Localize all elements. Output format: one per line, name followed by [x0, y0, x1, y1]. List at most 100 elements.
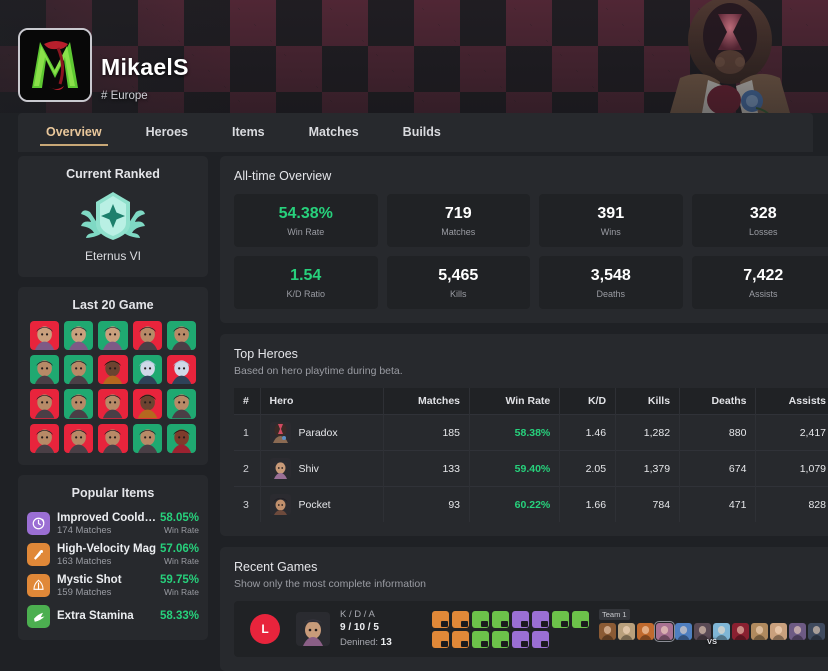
popular-item-row[interactable]: High-Velocity Mag163 Matches57.06%Win Ra… — [27, 540, 199, 571]
game-result-loss[interactable] — [133, 321, 162, 350]
tab-heroes[interactable]: Heroes — [146, 113, 188, 152]
spirit-item[interactable] — [512, 611, 529, 628]
game-result-loss[interactable] — [167, 355, 196, 384]
stat-value: 54.38% — [234, 205, 378, 223]
game-result-loss[interactable] — [133, 389, 162, 418]
game-result-loss[interactable] — [98, 424, 127, 453]
team-hero-avatar[interactable] — [751, 623, 768, 640]
team-hero-avatar[interactable] — [656, 623, 673, 640]
tab-matches[interactable]: Matches — [309, 113, 359, 152]
team-hero-avatar[interactable] — [789, 623, 806, 640]
game-result-win[interactable] — [133, 355, 162, 384]
popular-items-list: Improved Cooldown174 Matches58.05%Win Ra… — [18, 509, 208, 640]
vitality-item[interactable] — [472, 631, 489, 648]
table-row[interactable]: 1Paradox18558.38%1.461,2828802,417 — [234, 415, 828, 451]
table-header-row: #HeroMatchesWin RateK/DKillsDeathsAssist… — [234, 388, 828, 415]
hero-name-cell: Paradox — [260, 415, 383, 451]
top-heroes-subtitle: Based on hero playtime during beta. — [234, 365, 828, 377]
hero-assists: 1,079 — [756, 451, 828, 487]
tab-builds[interactable]: Builds — [403, 113, 441, 152]
popular-item-matches: 159 Matches — [57, 587, 160, 598]
hero-kd: 1.66 — [560, 487, 616, 523]
team-hero-avatar[interactable] — [732, 623, 749, 640]
spirit-item[interactable] — [532, 611, 549, 628]
tab-overview[interactable]: Overview — [46, 113, 102, 152]
team-hero-avatar[interactable] — [675, 623, 692, 640]
weapon-item[interactable] — [452, 631, 469, 648]
game-result-win[interactable] — [30, 355, 59, 384]
avatar[interactable] — [18, 28, 92, 102]
table-row[interactable]: 2Shiv13359.40%2.051,3796741,079 — [234, 451, 828, 487]
popular-item-name: Extra Stamina — [57, 610, 160, 622]
team-hero-avatar[interactable] — [637, 623, 654, 640]
vitality-item[interactable] — [492, 631, 509, 648]
team-hero-avatar[interactable] — [808, 623, 825, 640]
hero-name: Pocket — [299, 499, 331, 511]
stat-value: 391 — [539, 205, 683, 223]
hero-matches: 185 — [383, 415, 469, 451]
game-result-loss[interactable] — [30, 321, 59, 350]
popular-item-row[interactable]: Mystic Shot159 Matches59.75%Win Rate — [27, 571, 199, 602]
stat-label: Kills — [387, 289, 531, 299]
stat-label: Wins — [539, 227, 683, 237]
all-time-overview-panel: All-time Overview 54.38%Win Rate719Match… — [220, 156, 828, 323]
game-result-win[interactable] — [167, 321, 196, 350]
popular-item-name: High-Velocity Mag — [57, 543, 160, 555]
stat-card: 3,548Deaths — [539, 256, 683, 309]
game-result-win[interactable] — [98, 321, 127, 350]
hero-name: Shiv — [299, 463, 319, 475]
vitality-item[interactable] — [552, 611, 569, 628]
vs-label: VS — [707, 637, 717, 646]
column-header-assists[interactable]: Assists — [756, 388, 828, 415]
vitality-item[interactable] — [492, 611, 509, 628]
popular-item-row[interactable]: Extra Stamina58.33% — [27, 602, 199, 632]
vitality-item[interactable] — [472, 611, 489, 628]
game-result-loss[interactable] — [98, 389, 127, 418]
team-hero-avatar[interactable] — [618, 623, 635, 640]
column-header-kills[interactable]: Kills — [616, 388, 680, 415]
popular-item-win-rate: 58.33% — [160, 610, 199, 622]
stamina-icon — [27, 605, 50, 628]
denied-label: Denined: — [340, 637, 378, 648]
vitality-item[interactable] — [572, 611, 589, 628]
last-20-games-panel: Last 20 Game — [18, 287, 208, 465]
tab-items[interactable]: Items — [232, 113, 265, 152]
spirit-item[interactable] — [512, 631, 529, 648]
game-result-win[interactable] — [133, 424, 162, 453]
column-header-hero[interactable]: Hero — [260, 388, 383, 415]
stat-card: 391 Wins — [539, 194, 683, 247]
game-result-win[interactable] — [167, 424, 196, 453]
stat-label: K/D Ratio — [234, 289, 378, 299]
game-result-loss[interactable] — [64, 424, 93, 453]
popular-item-row[interactable]: Improved Cooldown174 Matches58.05%Win Ra… — [27, 509, 199, 540]
weapon-item[interactable] — [452, 611, 469, 628]
recent-game-row[interactable]: L K / D / A 9 / 10 / 5 Denined — [234, 601, 828, 657]
column-header-win-rate[interactable]: Win Rate — [470, 388, 560, 415]
hero-rank: 1 — [234, 415, 260, 451]
team-hero-avatar[interactable] — [599, 623, 616, 640]
column-header--[interactable]: # — [234, 388, 260, 415]
game-result-win[interactable] — [64, 389, 93, 418]
game-result-win[interactable] — [64, 355, 93, 384]
kda-value: 9 / 10 / 5 — [340, 622, 379, 633]
table-row[interactable]: 3Pocket9360.22%1.66784471828 — [234, 487, 828, 523]
column-header-k-d[interactable]: K/D — [560, 388, 616, 415]
profile-region: # Europe — [101, 90, 148, 102]
hero-avatar — [270, 494, 291, 515]
match-items-grid — [432, 611, 589, 648]
spirit-item[interactable] — [532, 631, 549, 648]
game-result-loss[interactable] — [98, 355, 127, 384]
stat-label: Losses — [692, 227, 828, 237]
game-result-win[interactable] — [167, 389, 196, 418]
game-result-loss[interactable] — [30, 389, 59, 418]
hero-deaths: 674 — [680, 451, 756, 487]
team-hero-avatar[interactable] — [770, 623, 787, 640]
game-result-loss[interactable] — [30, 424, 59, 453]
column-header-matches[interactable]: Matches — [383, 388, 469, 415]
main-content: Current Ranked Eternus VI Last 20 Game P… — [18, 156, 813, 577]
weapon-item[interactable] — [432, 611, 449, 628]
hero-win-rate: 59.40% — [470, 451, 560, 487]
game-result-win[interactable] — [64, 321, 93, 350]
column-header-deaths[interactable]: Deaths — [680, 388, 756, 415]
weapon-item[interactable] — [432, 631, 449, 648]
